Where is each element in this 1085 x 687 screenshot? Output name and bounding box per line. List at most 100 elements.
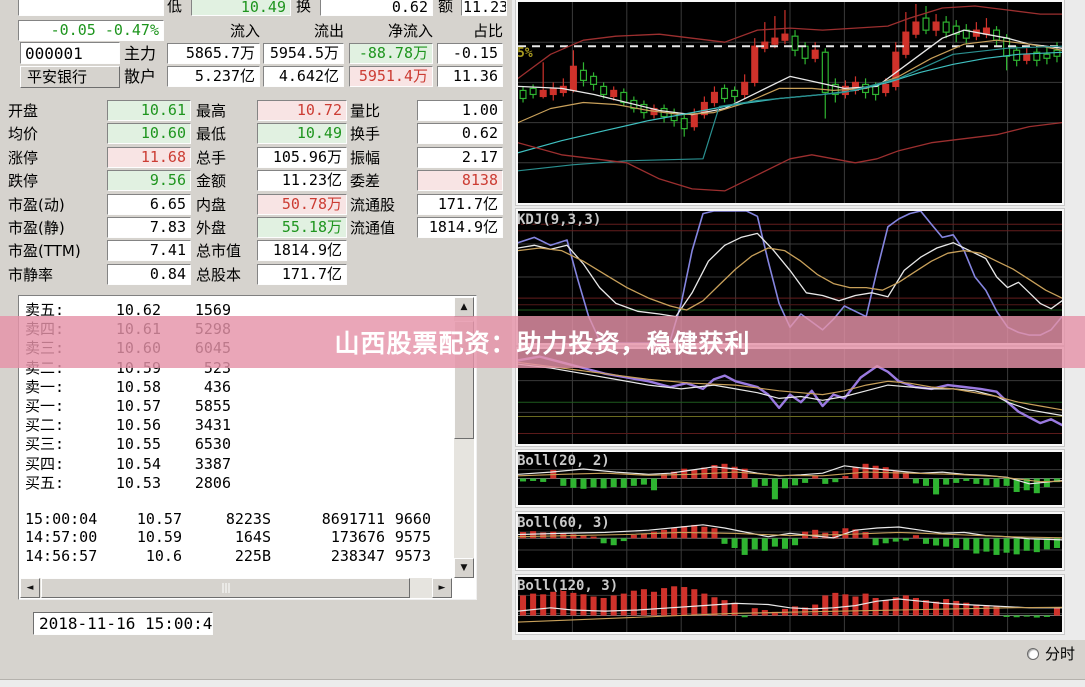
radio-icon[interactable] — [1027, 648, 1039, 660]
low-value: 10.49 — [191, 0, 291, 16]
order-book-row[interactable]: 买三:10.556530 — [19, 435, 449, 454]
info-value: 7.41 — [107, 240, 191, 261]
info-value: 0.62 — [417, 123, 503, 144]
turnover-value: 0.62 — [320, 0, 433, 16]
info-value: 11.23亿 — [257, 170, 347, 191]
info-label: 内盘 — [196, 195, 226, 215]
flow-header-ratio: 占比 — [437, 21, 503, 41]
order-book-row[interactable]: 卖一:10.58436 — [19, 378, 449, 397]
info-label: 总市值 — [196, 241, 241, 261]
panel-boll60[interactable] — [516, 512, 1064, 570]
info-value: 1814.9亿 — [417, 217, 503, 238]
info-label: 跌停 — [8, 171, 38, 191]
change-pct: -0.47% — [105, 21, 159, 39]
info-value: 1.00 — [417, 100, 503, 121]
order-book-row[interactable]: 买一:10.575855 — [19, 397, 449, 416]
ad-banner-text: 山西股票配资：助力投资，稳健获利 — [334, 324, 750, 360]
info-label: 外盘 — [196, 218, 226, 238]
transaction-row[interactable]: 14:57:0010.59164S1736769575 — [19, 528, 449, 547]
stock-code-input[interactable] — [20, 42, 120, 64]
flow-header-net: 净流入 — [349, 21, 433, 41]
info-value: 171.7亿 — [417, 194, 503, 215]
turnover-label: 换 — [296, 0, 311, 16]
amount-label: 额 — [438, 0, 453, 16]
transaction-row[interactable]: 15:00:0410.578223S86917119660 — [19, 510, 449, 529]
datetime-box: 2018-11-16 15:00:4 — [33, 612, 213, 635]
info-label: 涨停 — [8, 148, 38, 168]
h-scrollbar[interactable]: ◄ ► — [20, 578, 452, 598]
scroll-right-button[interactable]: ► — [432, 578, 452, 598]
stock-app-window: { "left": { "top_row": { "label_low": "低… — [0, 0, 1085, 687]
transaction-row[interactable]: 14:56:5710.6225B2383479573 — [19, 547, 449, 566]
order-book-row[interactable]: 买五:10.532806 — [19, 474, 449, 493]
flow-cell: -0.15 — [437, 43, 503, 64]
flow-header-out: 流出 — [263, 21, 344, 41]
info-label: 市静率 — [8, 265, 53, 285]
info-label: 金额 — [196, 171, 226, 191]
info-label: 市盈(静) — [8, 218, 65, 238]
info-value: 8138 — [417, 170, 503, 191]
flow-cell: 4.642亿 — [263, 66, 344, 87]
info-value: 105.96万 — [257, 147, 347, 168]
info-label: 总手 — [196, 148, 226, 168]
info-grid: 开盘 10.61最高 10.72量比 1.00 均价 10.60最低 10.49换手 0.62… — [0, 100, 512, 290]
flow-cell: -88.78万 — [349, 43, 433, 64]
info-value: 6.65 — [107, 194, 191, 215]
info-label: 最高 — [196, 101, 226, 121]
info-label: 最低 — [196, 124, 226, 144]
info-value: 171.7亿 — [257, 264, 347, 285]
info-label: 换手 — [350, 124, 380, 144]
scroll-down-button[interactable]: ▼ — [454, 558, 474, 578]
info-label: 开盘 — [8, 101, 38, 121]
flow-cell: 5951.4万 — [349, 66, 433, 87]
stock-name: 平安银行 — [20, 66, 120, 88]
ad-banner: 山西股票配资：助力投资，稳健获利 — [0, 316, 1085, 368]
info-value: 10.49 — [257, 123, 347, 144]
order-book-row[interactable]: 买二:10.563431 — [19, 416, 449, 435]
panel-boll20[interactable] — [516, 450, 1064, 507]
flow-row-label: 主力 — [124, 44, 156, 64]
info-label: 量比 — [350, 101, 380, 121]
info-value: 10.72 — [257, 100, 347, 121]
flow-cell: 5954.5万 — [263, 43, 344, 64]
panel-boll120[interactable] — [516, 575, 1064, 634]
info-value: 9.56 — [107, 170, 191, 191]
info-label: 振幅 — [350, 148, 380, 168]
price-box-cut — [18, 0, 164, 16]
info-value: 7.83 — [107, 217, 191, 238]
info-label: 流通股 — [350, 195, 395, 215]
flow-cell: 5865.7万 — [167, 43, 260, 64]
panel-kline[interactable] — [516, 0, 1064, 205]
info-value: 1814.9亿 — [257, 240, 347, 261]
info-value: 0.84 — [107, 264, 191, 285]
info-label: 市盈(TTM) — [8, 241, 81, 261]
info-value: 10.61 — [107, 100, 191, 121]
amount-value: 11.23亿 — [461, 0, 507, 16]
scroll-left-button[interactable]: ◄ — [20, 578, 40, 598]
period-radio-分时[interactable]: 分时 — [1027, 644, 1075, 664]
flow-cell: 11.36 — [437, 66, 503, 87]
period-label: 分时 — [1045, 647, 1075, 662]
scroll-up-button[interactable]: ▲ — [454, 297, 474, 317]
info-value: 2.17 — [417, 147, 503, 168]
info-label: 流通值 — [350, 218, 395, 238]
change-value: -0.05 — [51, 21, 96, 39]
change-box: -0.05 -0.47% — [18, 20, 164, 41]
info-value: 10.60 — [107, 123, 191, 144]
flow-row-label: 散户 — [124, 67, 156, 87]
info-label: 总股本 — [196, 265, 241, 285]
thumb-grip — [222, 583, 229, 593]
info-value: 50.78万 — [257, 194, 347, 215]
flow-cell: 5.237亿 — [167, 66, 260, 87]
info-value: 55.18万 — [257, 217, 347, 238]
info-value: 11.68 — [107, 147, 191, 168]
flow-header-in: 流入 — [167, 21, 260, 41]
low-label: 低 — [167, 0, 182, 16]
info-label: 委差 — [350, 171, 380, 191]
info-label: 均价 — [8, 124, 38, 144]
order-book-row[interactable]: 买四:10.543387 — [19, 455, 449, 474]
bottom-strip — [0, 679, 1085, 687]
period-selector: 分时日60分30分15分5分 — [1024, 644, 1085, 666]
h-scroll-thumb[interactable] — [41, 578, 410, 598]
info-label: 市盈(动) — [8, 195, 65, 215]
